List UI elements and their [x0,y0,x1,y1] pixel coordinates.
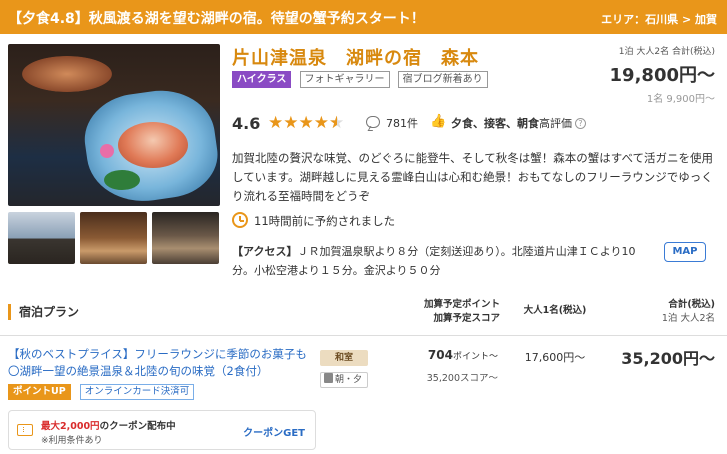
plan-name-link[interactable]: 【秋のベストプライス】フリーラウンジに季節のお菓子も〇湖畔一望の絶景温泉＆北陸の… [8,346,308,380]
help-icon[interactable]: ? [575,118,586,129]
point-up-badge: ポイントUP [8,384,71,400]
price-per-person: 1名 9,900円〜 [646,94,715,105]
plan-points: 704ポイント〜 [400,348,498,362]
area-breadcrumb[interactable]: エリア：石川県 > 加賀 [601,11,717,27]
tag-blog-new[interactable]: 宿ブログ新着あり [397,71,488,88]
tag-photo-gallery[interactable]: フォトギャラリー [299,71,390,88]
meal-text: 朝・夕 [335,375,363,385]
rating-highlight: 夕食、接客、朝食高評価? [451,115,586,131]
coupon-amount: 最大2,000円のクーポン配布中 [41,418,176,432]
room-type-badge: 和室 [320,350,368,366]
plan-points-unit: ポイント〜 [452,352,498,362]
col-total-line2: 1泊 大人2名 [661,313,715,324]
review-count[interactable]: 781件 [386,115,418,131]
coupon-banner[interactable]: 最大2,000円のクーポン配布中 ※利用条件あり クーポンGET [8,410,316,450]
access-label: 【アクセス】 [232,245,298,258]
thumbnail-lounge[interactable] [80,212,147,264]
price-label: 1泊 大人2名 合計(税込) [618,47,715,57]
meal-icon [324,373,333,383]
hotel-name[interactable]: 片山津温泉 湖畔の宿 森本 [232,44,479,70]
photo-leaf [104,170,140,190]
photo-thumbnails [8,212,220,264]
photo-garnish [100,144,114,158]
banner-title: 【夕食4.8】秋風渡る湖を望む湖畔の宿。待望の蟹予約スタート！ [8,11,425,27]
col-total-header: 合計(税込) 1泊 大人2名 [595,298,715,326]
col-points-line2: 加算予定スコア [433,313,500,324]
coupon-amount-suffix: のクーポン配布中 [99,421,176,432]
rating-score: 4.6 [232,114,261,133]
star-rating-icon: ★★★★★ [268,113,344,133]
plan-header: 宿泊プラン 加算予定ポイント 加算予定スコア 大人1名(税込) 合計(税込) 1… [0,296,727,336]
col-points-header: 加算予定ポイント 加算予定スコア [410,298,500,326]
col-adult-header: 大人1名(税込) [523,305,587,316]
hotel-main-photo[interactable] [8,44,220,206]
tag-high-class: ハイクラス [232,71,292,88]
coupon-ticket-icon [17,424,33,436]
plan-total-price[interactable]: 35,200円〜 [621,345,715,369]
plan-points-value: 704 [427,348,453,362]
access-info: 【アクセス】ＪＲ加賀温泉駅より８分（定刻送迎あり）。北陸道片山津ＩＣより10分。… [232,242,652,280]
col-points-line1: 加算予定ポイント [423,299,500,310]
highlight-suffix: 高評価 [539,117,572,130]
hotel-tags: ハイクラス フォトギャラリー 宿ブログ新着あり [232,71,491,88]
photo-crab [118,122,188,168]
plan-adult-price: 17,600円〜 [524,351,586,364]
plan-badges: ポイントUP オンラインカード決済可 [8,384,198,400]
coupon-note: ※利用条件あり [41,436,103,446]
online-card-badge: オンラインカード決済可 [79,384,195,400]
highlight-items: 夕食、接客、朝食 [451,117,539,130]
photo-crab-shell [22,56,112,92]
coupon-amount-value: 最大2,000円 [41,421,100,432]
plan-score: 35,200スコア〜 [426,373,498,384]
coupon-get-button[interactable]: クーポンGET [243,424,305,439]
review-bubble-icon [366,116,380,128]
map-button[interactable]: MAP [664,242,706,262]
meal-badge: 朝・夕 [320,372,368,388]
plan-section-title: 宿泊プラン [8,304,79,320]
price-total: 19,800円〜 [609,65,715,86]
thumbs-up-icon: 👍 [430,114,447,129]
promo-banner: 【夕食4.8】秋風渡る湖を望む湖畔の宿。待望の蟹予約スタート！ エリア：石川県 … [0,0,727,34]
price-summary: 1泊 大人2名 合計(税込) 19,800円〜 1名 9,900円〜 [610,44,715,105]
thumbnail-interior[interactable] [152,212,219,264]
thumbnail-lake-view[interactable] [8,212,75,264]
clock-icon [232,212,248,228]
hotel-description: 加賀北陸の贅沢な味覚、のどぐろに能登牛、そして秋冬は蟹！森本の蟹はすべて活ガニを… [232,151,714,203]
col-total-line1: 合計(税込) [668,299,715,310]
reserved-text: 11時間前に予約されました [254,214,396,228]
half-star-icon: ★ [329,113,344,133]
